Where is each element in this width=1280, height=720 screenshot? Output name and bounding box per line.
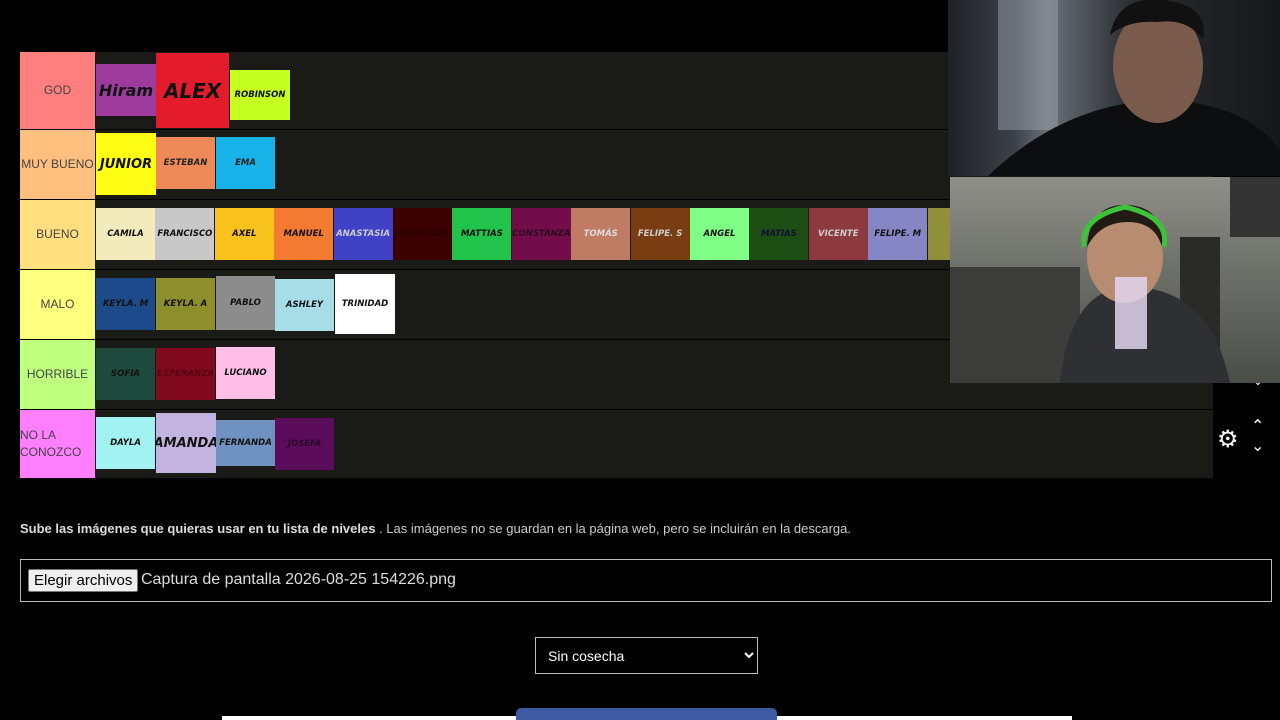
tier-item[interactable]: ASHLEY: [275, 279, 334, 331]
tier-item[interactable]: SEBASTIAN: [393, 208, 452, 260]
tier-item[interactable]: ALEX: [156, 53, 229, 128]
upload-instructions-rest: . Las imágenes no se guardan en la págin…: [375, 521, 852, 536]
download-button[interactable]: [516, 708, 777, 720]
tier-item[interactable]: MANUEL: [274, 208, 334, 260]
tier-label[interactable]: MALO: [20, 270, 95, 339]
tier-label[interactable]: BUENO: [20, 200, 95, 269]
tier-item[interactable]: LUCIANO: [216, 347, 275, 399]
webcam-overlay-bottom: [950, 177, 1280, 383]
tier-item[interactable]: SOFIA: [96, 348, 155, 400]
file-upload-box: Elegir archivos Captura de pantalla 2026…: [20, 559, 1272, 602]
tier-item[interactable]: JUNIOR: [96, 133, 156, 195]
upload-instructions: Sube las imágenes que quieras usar en tu…: [20, 521, 851, 536]
tier-item[interactable]: PABLO: [216, 276, 275, 330]
tier-item[interactable]: DAYLA: [96, 417, 155, 469]
upload-instructions-bold: Sube las imágenes que quieras usar en tu…: [20, 521, 376, 536]
tier-item[interactable]: ANGEL: [690, 208, 749, 260]
tier-item[interactable]: ROBINSON: [230, 70, 290, 120]
tier-item[interactable]: MATIAS: [749, 208, 809, 260]
chevron-up-icon[interactable]: ⌃: [1251, 416, 1264, 435]
webcam-person-image: [950, 177, 1280, 383]
tier-item[interactable]: CAMILA: [96, 208, 155, 260]
tier-item[interactable]: FRANCISCO: [155, 208, 215, 260]
webcam-overlay-top: [948, 0, 1280, 176]
gear-icon[interactable]: ⚙: [1217, 425, 1239, 453]
tier-item[interactable]: TRINIDAD: [335, 274, 395, 334]
tier-item[interactable]: CONSTANZA: [511, 208, 571, 260]
tier-item[interactable]: KEYLA. A: [156, 278, 215, 330]
crop-select[interactable]: Sin cosecha: [535, 637, 758, 674]
tier-item[interactable]: ESPERANZA: [156, 348, 215, 400]
tier-item[interactable]: JOSEFA: [275, 418, 334, 470]
selected-file-name: Captura de pantalla 2026-08-25 154226.pn…: [141, 571, 456, 588]
tier-item[interactable]: FERNANDA: [216, 420, 275, 466]
tier-row: NO LA CONOZCO DAYLA AMANDA FERNANDA JOSEFA: [20, 410, 1213, 479]
webcam-person-image: [988, 0, 1280, 176]
row-controls: ⌄ ⚙ ⌃ ⌄: [1213, 374, 1280, 474]
tier-item[interactable]: KEYLA. M: [96, 278, 155, 330]
tier-item[interactable]: EMA: [216, 137, 275, 189]
tier-item[interactable]: TOMÁS: [571, 208, 631, 260]
tier-label[interactable]: HORRIBLE: [20, 340, 95, 409]
tier-label[interactable]: NO LA CONOZCO: [20, 410, 95, 478]
choose-files-button[interactable]: Elegir archivos: [28, 569, 139, 592]
tier-item[interactable]: ANASTASIA: [333, 208, 393, 260]
tier-item[interactable]: MATTIAS: [452, 208, 512, 260]
tier-label[interactable]: MUY BUENO: [20, 130, 95, 199]
tier-label[interactable]: GOD: [20, 52, 95, 129]
tier-item[interactable]: VICENTE: [808, 208, 868, 260]
tier-item[interactable]: AMANDA: [156, 413, 216, 473]
chevron-down-icon[interactable]: ⌄: [1251, 436, 1264, 455]
tier-item[interactable]: FELIPE. S: [630, 208, 690, 260]
tier-item[interactable]: AXEL: [214, 208, 274, 260]
tier-item[interactable]: ESTEBAN: [156, 137, 215, 189]
tier-item[interactable]: Hiram: [96, 64, 156, 116]
tier-item[interactable]: FELIPE. M: [868, 208, 928, 260]
